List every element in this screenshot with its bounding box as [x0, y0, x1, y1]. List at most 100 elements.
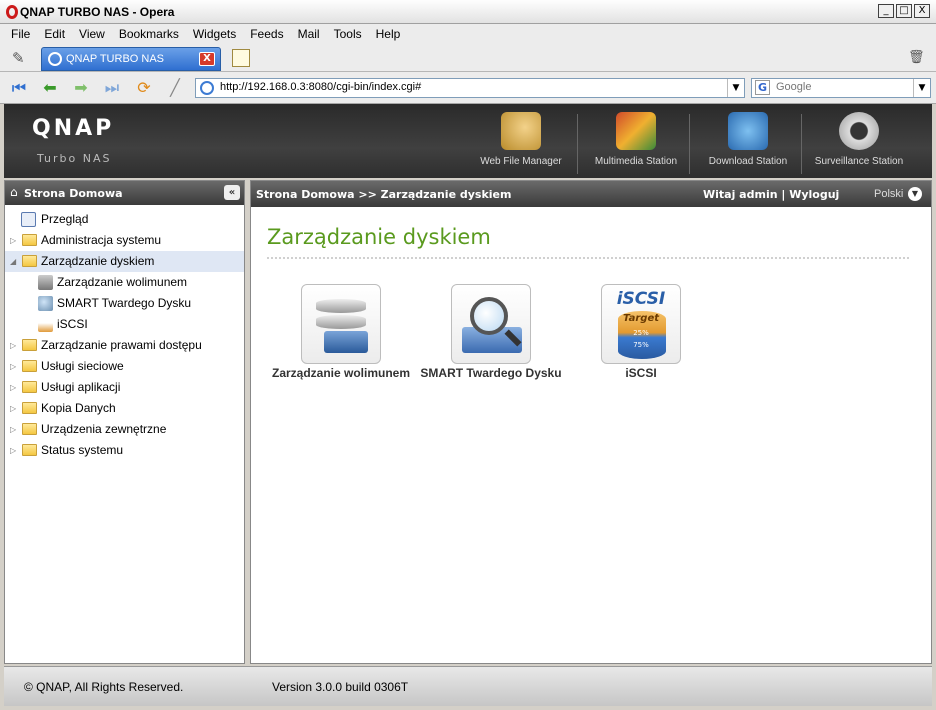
folder-icon [22, 444, 37, 456]
qnap-logo: QNAP [32, 116, 115, 141]
language-dropdown-icon[interactable]: ▼ [908, 187, 922, 201]
rewind-icon[interactable]: ⏮ [8, 78, 30, 98]
search-dropdown-icon[interactable]: ▼ [913, 79, 930, 97]
menu-help[interactable]: Help [369, 27, 408, 41]
menu-view[interactable]: View [72, 27, 112, 41]
language-label[interactable]: Polski [874, 188, 903, 200]
expand-arrow-icon[interactable]: ▷ [10, 335, 20, 356]
sidebar-item-iscsi[interactable]: iSCSI [5, 314, 244, 335]
app-download-station[interactable]: Download Station [698, 104, 798, 178]
app-multimedia-station[interactable]: Multimedia Station [584, 104, 688, 178]
reload-icon[interactable]: ⟳ [133, 78, 155, 98]
menu-edit[interactable]: Edit [37, 27, 72, 41]
expand-arrow-icon[interactable]: ▷ [10, 356, 20, 377]
folder-icon [22, 360, 37, 372]
folder-icon [22, 339, 37, 351]
menu-feeds[interactable]: Feeds [243, 27, 290, 41]
web-file-manager-icon [501, 112, 541, 150]
turbo-nas-label: Turbo NAS [37, 152, 112, 165]
tile-label: Zarządzanie wolimunem [271, 366, 411, 380]
iscsi-target-icon: iSCSI Target 25% 75% [601, 284, 681, 364]
folder-icon [22, 381, 37, 393]
tab-bar: ✎ QNAP TURBO NAS X 🗑 [0, 44, 936, 72]
minimize-button[interactable]: _ [878, 4, 894, 18]
collapse-arrow-icon[interactable]: ◢ [10, 251, 20, 272]
sidebar-item-system-status[interactable]: ▷ Status systemu [5, 440, 244, 461]
main-panel: Strona Domowa >> Zarządzanie dyskiem Wit… [250, 180, 932, 664]
sidebar-item-external-devices[interactable]: ▷ Urządzenia zewnętrzne [5, 419, 244, 440]
nav-tree: Przegląd ▷ Administracja systemu ◢ Zarzą… [5, 209, 244, 461]
menu-tools[interactable]: Tools [327, 27, 369, 41]
sidebar-item-system-admin[interactable]: ▷ Administracja systemu [5, 230, 244, 251]
tab-label: QNAP TURBO NAS [66, 53, 165, 65]
menu-mail[interactable]: Mail [291, 27, 327, 41]
copyright: © QNAP, All Rights Reserved. [24, 680, 184, 694]
iscsi-icon [38, 317, 53, 332]
sidebar-title: Strona Domowa [24, 187, 123, 200]
sidebar-item-access-rights[interactable]: ▷ Zarządzanie prawami dostępu [5, 335, 244, 356]
smart-icon [451, 284, 531, 364]
url-text: http://192.168.0.3:8080/cgi-bin/index.cg… [220, 81, 422, 93]
smart-magnifier-icon [38, 296, 53, 311]
search-field[interactable]: G Google ▼ [751, 78, 931, 98]
menu-bookmarks[interactable]: Bookmarks [112, 27, 186, 41]
tile-smart[interactable]: SMART Twardego Dysku [416, 284, 566, 380]
page-title: Zarządzanie dyskiem [267, 225, 491, 249]
opera-logo-icon [6, 5, 18, 19]
folder-icon [22, 234, 37, 246]
menu-bar: File Edit View Bookmarks Widgets Feeds M… [0, 24, 936, 44]
google-icon[interactable]: G [755, 80, 770, 95]
url-dropdown-icon[interactable]: ▼ [727, 79, 744, 97]
back-icon[interactable]: ⬅ [39, 78, 61, 98]
tile-label: SMART Twardego Dysku [420, 366, 562, 380]
tab-close-button[interactable]: X [199, 52, 215, 66]
menu-file[interactable]: File [4, 27, 37, 41]
expand-arrow-icon[interactable]: ▷ [10, 230, 20, 251]
collapse-sidebar-button[interactable]: « [224, 185, 240, 200]
folder-open-icon [22, 255, 37, 267]
welcome-logout[interactable]: Witaj admin | Wyloguj [703, 188, 839, 201]
sidebar-item-overview[interactable]: Przegląd [5, 209, 244, 230]
app-web-file-manager[interactable]: Web File Manager [474, 104, 568, 178]
volume-management-icon [301, 284, 381, 364]
address-field[interactable]: http://192.168.0.3:8080/cgi-bin/index.cg… [195, 78, 745, 98]
tab-qnap[interactable]: QNAP TURBO NAS X [41, 47, 221, 71]
new-tab-icon[interactable] [232, 49, 250, 67]
download-station-icon [728, 112, 768, 150]
breadcrumb[interactable]: Strona Domowa >> Zarządzanie dyskiem [256, 188, 511, 201]
menu-widgets[interactable]: Widgets [186, 27, 243, 41]
disk-volume-icon [38, 275, 53, 290]
forward-icon[interactable]: ➡ [70, 78, 92, 98]
expand-arrow-icon[interactable]: ▷ [10, 419, 20, 440]
page-icon [200, 81, 214, 95]
nas-header: QNAP Turbo NAS Web File Manager Multimed… [4, 104, 932, 178]
version: Version 3.0.0 build 0306T [272, 680, 409, 694]
trash-icon[interactable]: 🗑 [908, 50, 925, 66]
expand-arrow-icon[interactable]: ▷ [10, 398, 20, 419]
header-divider [577, 114, 578, 174]
surveillance-camera-icon [839, 112, 879, 150]
sidebar-item-smart[interactable]: SMART Twardego Dysku [5, 293, 244, 314]
sidebar-item-backup[interactable]: ▷ Kopia Danych [5, 398, 244, 419]
close-button[interactable]: X [914, 4, 930, 18]
home-icon: ⌂ [10, 185, 18, 199]
main-header: Strona Domowa >> Zarządzanie dyskiem Wit… [251, 181, 931, 207]
sidebar-item-network-services[interactable]: ▷ Usługi sieciowe [5, 356, 244, 377]
fast-forward-icon[interactable]: ⏭ [101, 78, 123, 98]
search-placeholder: Google [776, 81, 812, 93]
expand-arrow-icon[interactable]: ▷ [10, 377, 20, 398]
panels-icon[interactable]: ✎ [12, 49, 34, 67]
app-surveillance-station[interactable]: Surveillance Station [806, 104, 912, 178]
sidebar-item-volume-management[interactable]: Zarządzanie wolimunem [5, 272, 244, 293]
expand-arrow-icon[interactable]: ▷ [10, 440, 20, 461]
header-divider [801, 114, 802, 174]
sidebar-item-disk-management[interactable]: ◢ Zarządzanie dyskiem [5, 251, 244, 272]
sidebar-header: ⌂ Strona Domowa « [5, 181, 244, 205]
edit-icon[interactable]: ╱ [164, 78, 186, 98]
sidebar-item-application-services[interactable]: ▷ Usługi aplikacji [5, 377, 244, 398]
window-title: QNAP TURBO NAS - Opera [20, 5, 175, 19]
footer: © QNAP, All Rights Reserved. Version 3.0… [4, 666, 932, 706]
tile-volume-management[interactable]: Zarządzanie wolimunem [266, 284, 416, 380]
maximize-button[interactable]: □ [896, 4, 912, 18]
tile-iscsi[interactable]: iSCSI Target 25% 75% iSCSI [566, 284, 716, 380]
